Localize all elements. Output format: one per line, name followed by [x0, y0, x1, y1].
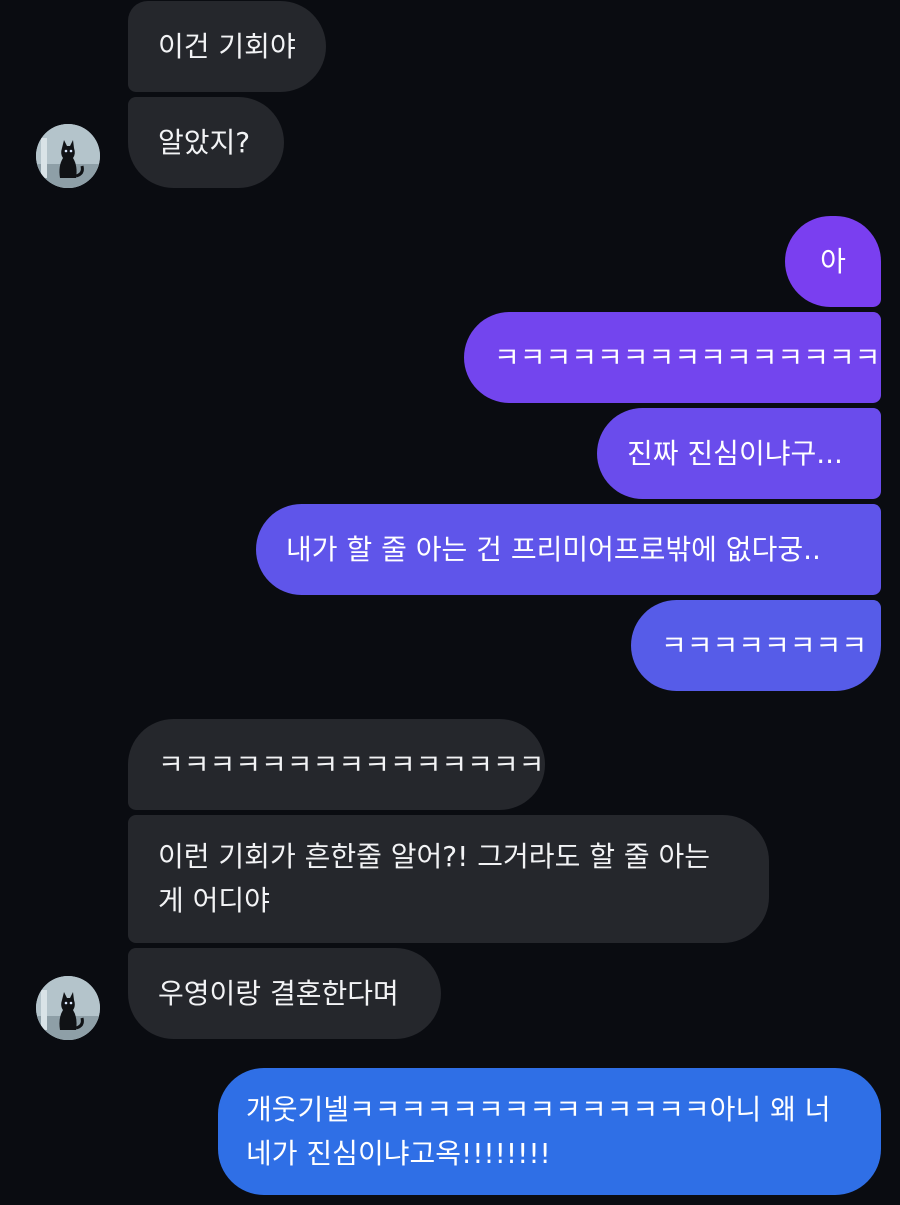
message-text: 이건 기회야	[158, 29, 296, 63]
message-text: ㅋㅋㅋㅋㅋㅋㅋㅋㅋㅋㅋㅋㅋㅋㅋ	[494, 340, 881, 374]
message-bubble-received[interactable]: ㅋㅋㅋㅋㅋㅋㅋㅋㅋㅋㅋㅋㅋㅋㅋ	[128, 719, 545, 810]
message-text: 내가 할 줄 아는 건 프리미어프로밖에 없다궁..	[286, 532, 821, 566]
message-text: 아	[820, 244, 846, 278]
message-text: 개웃기넬ㅋㅋㅋㅋㅋㅋㅋㅋㅋㅋㅋㅋㅋㅋ아니 왜 너네가 진심이냐고옥!!!!!!!…	[246, 1092, 831, 1170]
message-text: ㅋㅋㅋㅋㅋㅋㅋㅋㅋㅋㅋㅋㅋㅋㅋ	[158, 747, 545, 781]
contact-avatar[interactable]	[36, 976, 100, 1040]
black-cat-avatar-icon	[36, 124, 100, 188]
message-bubble-sent[interactable]: ㅋㅋㅋㅋㅋㅋㅋㅋ	[631, 600, 881, 691]
message-bubble-sent[interactable]: 내가 할 줄 아는 건 프리미어프로밖에 없다궁..	[256, 504, 881, 595]
message-bubble-received[interactable]: 알았지?	[128, 97, 284, 188]
contact-avatar[interactable]	[36, 124, 100, 188]
message-bubble-sent[interactable]: ㅋㅋㅋㅋㅋㅋㅋㅋㅋㅋㅋㅋㅋㅋㅋ	[464, 312, 881, 403]
message-bubble-received[interactable]: 이건 기회야	[128, 1, 326, 92]
message-bubble-received[interactable]: 이런 기회가 흔한줄 알어?! 그거라도 할 줄 아는 게 어디야	[128, 815, 769, 943]
message-bubble-sent[interactable]: 개웃기넬ㅋㅋㅋㅋㅋㅋㅋㅋㅋㅋㅋㅋㅋㅋ아니 왜 너네가 진심이냐고옥!!!!!!!…	[218, 1068, 881, 1195]
message-text: 이런 기회가 흔한줄 알어?! 그거라도 할 줄 아는 게 어디야	[158, 840, 711, 917]
message-text: 우영이랑 결혼한다며	[158, 976, 399, 1010]
message-bubble-sent[interactable]: 아	[785, 216, 881, 307]
message-text: 알았지?	[158, 125, 251, 159]
message-text: 진짜 진심이냐구...	[627, 436, 843, 470]
black-cat-avatar-icon	[36, 976, 100, 1040]
message-bubble-received[interactable]: 우영이랑 결혼한다며	[128, 948, 441, 1039]
message-bubble-sent[interactable]: 진짜 진심이냐구...	[597, 408, 881, 499]
message-text: ㅋㅋㅋㅋㅋㅋㅋㅋ	[661, 628, 868, 662]
